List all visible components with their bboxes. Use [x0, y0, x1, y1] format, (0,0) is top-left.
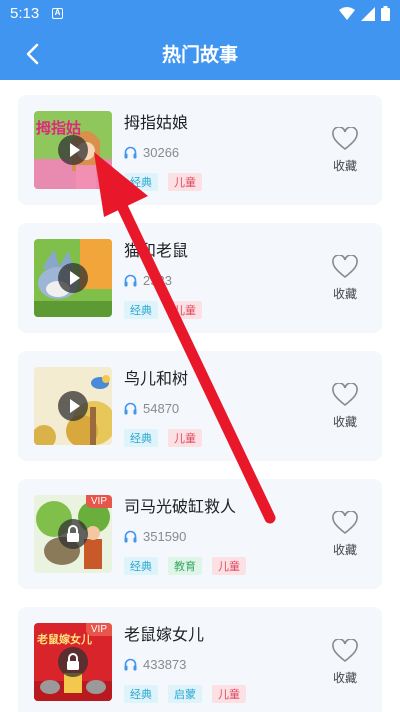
heart-icon	[332, 638, 358, 663]
story-list: 拇指姑 拇指姑娘 30266 经典 儿童 收藏 猫和老鼠 2533 经典 儿童 …	[0, 80, 400, 712]
tag-children: 儿童	[168, 173, 202, 191]
tag-classic: 经典	[124, 685, 158, 703]
story-title[interactable]: 鸟儿和树	[124, 365, 188, 389]
favorite-label: 收藏	[332, 671, 357, 685]
tag-children: 儿童	[212, 685, 246, 703]
tag-classic: 经典	[124, 557, 158, 575]
play-icon[interactable]	[58, 391, 88, 421]
story-title[interactable]: 老鼠嫁女儿	[124, 621, 204, 645]
play-count-value: 54870	[143, 401, 180, 416]
story-card[interactable]: 老鼠嫁女儿 VIP 老鼠嫁女儿 433873 经典 启蒙 儿童 收藏	[18, 607, 382, 712]
headphones-icon	[124, 146, 137, 159]
favorite-button[interactable]: 收藏	[322, 254, 368, 302]
page-title: 热门故事	[161, 44, 238, 66]
play-count-value: 433873	[143, 657, 187, 672]
tag-classic: 经典	[124, 301, 158, 319]
story-title[interactable]: 拇指姑娘	[124, 109, 188, 133]
tag-list: 经典 儿童	[124, 173, 202, 191]
play-count-value: 2533	[143, 273, 172, 288]
play-count-value: 30266	[143, 145, 180, 160]
play-icon[interactable]	[58, 135, 88, 165]
tag-children: 儿童	[212, 557, 246, 575]
tag-list: 经典 启蒙 儿童	[124, 685, 246, 703]
vip-badge: VIP	[85, 495, 112, 508]
headphones-icon	[124, 658, 137, 671]
story-cover[interactable]	[34, 239, 112, 317]
favorite-button[interactable]: 收藏	[322, 638, 368, 686]
vip-badge: VIP	[85, 623, 112, 636]
battery-icon	[381, 6, 390, 21]
story-title[interactable]: 司马光破缸救人	[124, 493, 236, 517]
wifi-icon	[339, 6, 355, 20]
play-count: 351590	[124, 529, 186, 544]
story-title[interactable]: 猫和老鼠	[124, 237, 188, 261]
lock-icon[interactable]	[58, 647, 88, 677]
favorite-label: 收藏	[332, 159, 357, 173]
tag-education: 教育	[168, 557, 202, 575]
system-icons	[339, 6, 390, 21]
tag-children: 儿童	[168, 429, 202, 447]
favorite-label: 收藏	[332, 415, 357, 429]
story-cover[interactable]: 拇指姑	[34, 111, 112, 189]
tag-list: 经典 儿童	[124, 301, 202, 319]
tag-classic: 经典	[124, 429, 158, 447]
tag-classic: 经典	[124, 173, 158, 191]
tag-list: 经典 教育 儿童	[124, 557, 246, 575]
favorite-button[interactable]: 收藏	[322, 126, 368, 174]
signal-icon	[361, 6, 375, 21]
notification-icon: A	[52, 8, 63, 19]
headphones-icon	[124, 530, 137, 543]
story-cover[interactable]: 老鼠嫁女儿 VIP	[34, 623, 112, 701]
heart-icon	[332, 382, 358, 407]
headphones-icon	[124, 402, 137, 415]
cover-title-text: 老鼠嫁女儿	[37, 633, 92, 646]
heart-icon	[332, 254, 358, 279]
tag-list: 经典 儿童	[124, 429, 202, 447]
story-cover[interactable]: VIP	[34, 495, 112, 573]
status-bar: 5:13 A	[0, 0, 400, 28]
headphones-icon	[124, 274, 137, 287]
play-count: 433873	[124, 657, 186, 672]
story-card[interactable]: 猫和老鼠 2533 经典 儿童 收藏	[18, 223, 382, 333]
favorite-label: 收藏	[332, 543, 357, 557]
play-count-value: 351590	[143, 529, 187, 544]
favorite-label: 收藏	[332, 287, 357, 301]
favorite-button[interactable]: 收藏	[322, 382, 368, 430]
tag-children: 儿童	[168, 301, 202, 319]
play-count: 30266	[124, 145, 179, 160]
story-cover[interactable]	[34, 367, 112, 445]
app-bar: 热门故事	[0, 28, 400, 80]
status-time: 5:13	[10, 5, 40, 22]
lock-icon[interactable]	[58, 519, 88, 549]
story-card[interactable]: 鸟儿和树 54870 经典 儿童 收藏	[18, 351, 382, 461]
play-count: 54870	[124, 401, 179, 416]
story-card[interactable]: 拇指姑 拇指姑娘 30266 经典 儿童 收藏	[18, 95, 382, 205]
favorite-button[interactable]: 收藏	[322, 510, 368, 558]
play-count: 2533	[124, 273, 172, 288]
heart-icon	[332, 126, 358, 151]
play-icon[interactable]	[58, 263, 88, 293]
story-card[interactable]: VIP 司马光破缸救人 351590 经典 教育 儿童 收藏	[18, 479, 382, 589]
tag-enlightenment: 启蒙	[168, 685, 202, 703]
heart-icon	[332, 510, 358, 535]
